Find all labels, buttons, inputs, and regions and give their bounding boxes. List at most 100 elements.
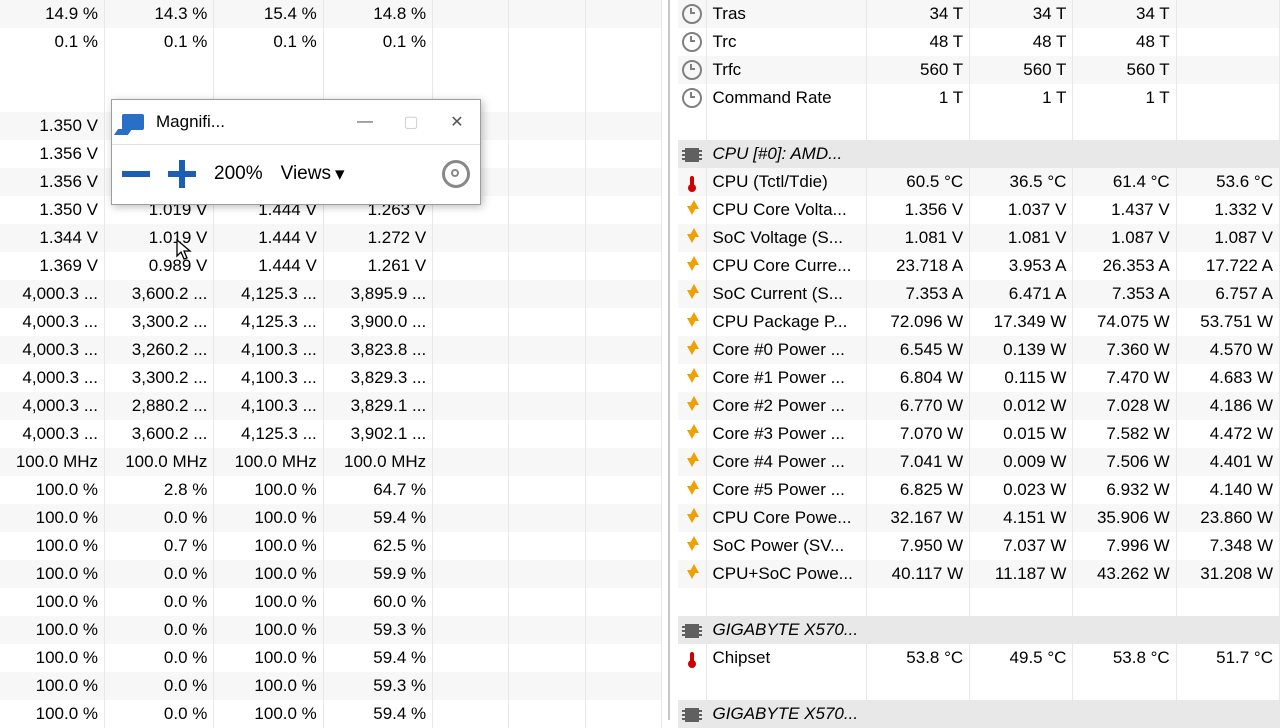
table-row[interactable]: 4,000.3 ...3,260.2 ...4,100.3 ...3,823.8… xyxy=(0,336,662,364)
cell-value: 60.0 % xyxy=(323,588,432,616)
section-header[interactable]: GIGABYTE X570... xyxy=(678,616,1280,644)
table-row[interactable]: 100.0 %0.7 %100.0 %62.5 % xyxy=(0,532,662,560)
bolt-icon xyxy=(687,486,697,495)
table-row[interactable]: SoC Power (SV...7.950 W7.037 W7.996 W7.3… xyxy=(678,532,1280,560)
table-row[interactable]: CPU Core Curre...23.718 A3.953 A26.353 A… xyxy=(678,252,1280,280)
chip-icon xyxy=(685,148,699,162)
pane-divider[interactable] xyxy=(668,0,672,720)
cell-value: 100.0 MHz xyxy=(105,448,214,476)
sensor-value: 7.996 W xyxy=(1073,532,1176,560)
sensor-label: SoC Power (SV... xyxy=(706,532,866,560)
table-row[interactable]: 100.0 %0.0 %100.0 %60.0 % xyxy=(0,588,662,616)
table-row[interactable]: 100.0 %2.8 %100.0 %64.7 % xyxy=(0,476,662,504)
table-row[interactable]: 100.0 MHz100.0 MHz100.0 MHz100.0 MHz xyxy=(0,448,662,476)
bolt-icon xyxy=(687,234,697,243)
table-row[interactable]: 14.9 %14.3 %15.4 %14.8 % xyxy=(0,0,662,28)
table-row[interactable]: 0.1 %0.1 %0.1 %0.1 % xyxy=(0,28,662,56)
sensor-value: 17.349 W xyxy=(970,308,1073,336)
cell-value: 3,260.2 ... xyxy=(105,336,214,364)
table-row[interactable]: CPU Package P...72.096 W17.349 W74.075 W… xyxy=(678,308,1280,336)
table-row[interactable]: Core #3 Power ...7.070 W0.015 W7.582 W4.… xyxy=(678,420,1280,448)
sensor-value: 53.8 °C xyxy=(1073,644,1176,672)
sensor-value: 7.353 A xyxy=(866,280,969,308)
table-row[interactable]: 4,000.3 ...3,300.2 ...4,100.3 ...3,829.3… xyxy=(0,364,662,392)
table-row[interactable] xyxy=(678,588,1280,616)
table-row[interactable]: CPU Core Powe...32.167 W4.151 W35.906 W2… xyxy=(678,504,1280,532)
sensor-value: 0.009 W xyxy=(970,448,1073,476)
table-row[interactable]: 4,000.3 ...3,600.2 ...4,125.3 ...3,895.9… xyxy=(0,280,662,308)
zoom-out-button[interactable] xyxy=(122,171,150,177)
table-row[interactable]: 100.0 %0.0 %100.0 %59.4 % xyxy=(0,700,662,728)
cell-value: 0.0 % xyxy=(105,616,214,644)
bolt-icon xyxy=(687,542,697,551)
table-row[interactable]: 100.0 %0.0 %100.0 %59.4 % xyxy=(0,504,662,532)
cell-value xyxy=(105,56,214,84)
table-row[interactable]: 100.0 %0.0 %100.0 %59.3 % xyxy=(0,616,662,644)
sensor-value: 1 T xyxy=(866,84,969,112)
table-row[interactable]: Command Rate1 T1 T1 T xyxy=(678,84,1280,112)
table-row[interactable]: SoC Voltage (S...1.081 V1.081 V1.087 V1.… xyxy=(678,224,1280,252)
cell-value: 59.9 % xyxy=(323,560,432,588)
table-row[interactable]: Core #1 Power ...6.804 W0.115 W7.470 W4.… xyxy=(678,364,1280,392)
views-dropdown[interactable]: Views ▾ xyxy=(281,163,345,186)
table-row[interactable]: 100.0 %0.0 %100.0 %59.3 % xyxy=(0,672,662,700)
sensor-label: Trc xyxy=(706,28,866,56)
sensor-value: 560 T xyxy=(866,56,969,84)
table-row[interactable]: 1.344 V1.019 V1.444 V1.272 V xyxy=(0,224,662,252)
sensor-value: 1 T xyxy=(1073,84,1176,112)
sensor-value xyxy=(866,700,969,728)
table-row[interactable] xyxy=(678,672,1280,700)
table-row[interactable]: SoC Current (S...7.353 A6.471 A7.353 A6.… xyxy=(678,280,1280,308)
section-header[interactable]: CPU [#0]: AMD... xyxy=(678,140,1280,168)
table-row[interactable]: Trc48 T48 T48 T xyxy=(678,28,1280,56)
table-row[interactable]: 100.0 %0.0 %100.0 %59.4 % xyxy=(0,644,662,672)
sensor-value: 35.906 W xyxy=(1073,504,1176,532)
settings-button[interactable] xyxy=(442,160,470,188)
right-table: Tras34 T34 T34 TTrc48 T48 T48 TTrfc560 T… xyxy=(678,0,1280,728)
sensor-value: 4.683 W xyxy=(1176,364,1279,392)
sensor-readings-right-pane[interactable]: Tras34 T34 T34 TTrc48 T48 T48 TTrfc560 T… xyxy=(678,0,1280,720)
table-row[interactable]: 4,000.3 ...3,300.2 ...4,125.3 ...3,900.0… xyxy=(0,308,662,336)
table-row[interactable]: Tras34 T34 T34 T xyxy=(678,0,1280,28)
table-row[interactable]: Chipset53.8 °C49.5 °C53.8 °C51.7 °C xyxy=(678,644,1280,672)
table-row[interactable] xyxy=(0,56,662,84)
table-row[interactable]: Core #0 Power ...6.545 W0.139 W7.360 W4.… xyxy=(678,336,1280,364)
table-row[interactable]: CPU Core Volta...1.356 V1.037 V1.437 V1.… xyxy=(678,196,1280,224)
sensor-value: 36.5 °C xyxy=(970,168,1073,196)
sensor-value: 17.722 A xyxy=(1176,252,1279,280)
sensor-label: CPU [#0]: AMD... xyxy=(706,140,866,168)
close-button[interactable]: ✕ xyxy=(434,100,480,144)
table-row[interactable]: Core #4 Power ...7.041 W0.009 W7.506 W4.… xyxy=(678,448,1280,476)
table-row[interactable]: Core #5 Power ...6.825 W0.023 W6.932 W4.… xyxy=(678,476,1280,504)
table-row[interactable]: Trfc560 T560 T560 T xyxy=(678,56,1280,84)
minimize-button[interactable]: — xyxy=(342,100,388,144)
table-row[interactable]: 4,000.3 ...3,600.2 ...4,125.3 ...3,902.1… xyxy=(0,420,662,448)
magnifier-window[interactable]: Magnifi... — ▢ ✕ 200% Views ▾ xyxy=(111,99,481,205)
cell-value: 100.0 % xyxy=(0,560,105,588)
sensor-label: Trfc xyxy=(706,56,866,84)
cell-value: 4,100.3 ... xyxy=(214,392,323,420)
cell-value: 3,900.0 ... xyxy=(323,308,432,336)
table-row[interactable] xyxy=(678,112,1280,140)
sensor-value: 7.037 W xyxy=(970,532,1073,560)
cell-value xyxy=(214,56,323,84)
cell-value: 1.369 V xyxy=(0,252,105,280)
cell-value: 100.0 % xyxy=(214,532,323,560)
table-row[interactable]: Core #2 Power ...6.770 W0.012 W7.028 W4.… xyxy=(678,392,1280,420)
zoom-in-button[interactable] xyxy=(168,160,196,188)
table-row[interactable]: CPU (Tctl/Tdie)60.5 °C36.5 °C61.4 °C53.6… xyxy=(678,168,1280,196)
table-row[interactable]: 1.369 V0.989 V1.444 V1.261 V xyxy=(0,252,662,280)
cell-value: 4,125.3 ... xyxy=(214,308,323,336)
table-row[interactable]: CPU+SoC Powe...40.117 W11.187 W43.262 W3… xyxy=(678,560,1280,588)
section-header[interactable]: GIGABYTE X570... xyxy=(678,700,1280,728)
magnifier-titlebar[interactable]: Magnifi... — ▢ ✕ xyxy=(112,100,480,145)
cell-value: 0.1 % xyxy=(0,28,105,56)
sensor-value xyxy=(1176,0,1279,28)
chip-icon xyxy=(685,624,699,638)
maximize-button[interactable]: ▢ xyxy=(388,100,434,144)
sensor-value xyxy=(1176,84,1279,112)
sensor-value: 4.151 W xyxy=(970,504,1073,532)
table-row[interactable]: 4,000.3 ...2,880.2 ...4,100.3 ...3,829.1… xyxy=(0,392,662,420)
cell-value: 1.344 V xyxy=(0,224,105,252)
table-row[interactable]: 100.0 %0.0 %100.0 %59.9 % xyxy=(0,560,662,588)
